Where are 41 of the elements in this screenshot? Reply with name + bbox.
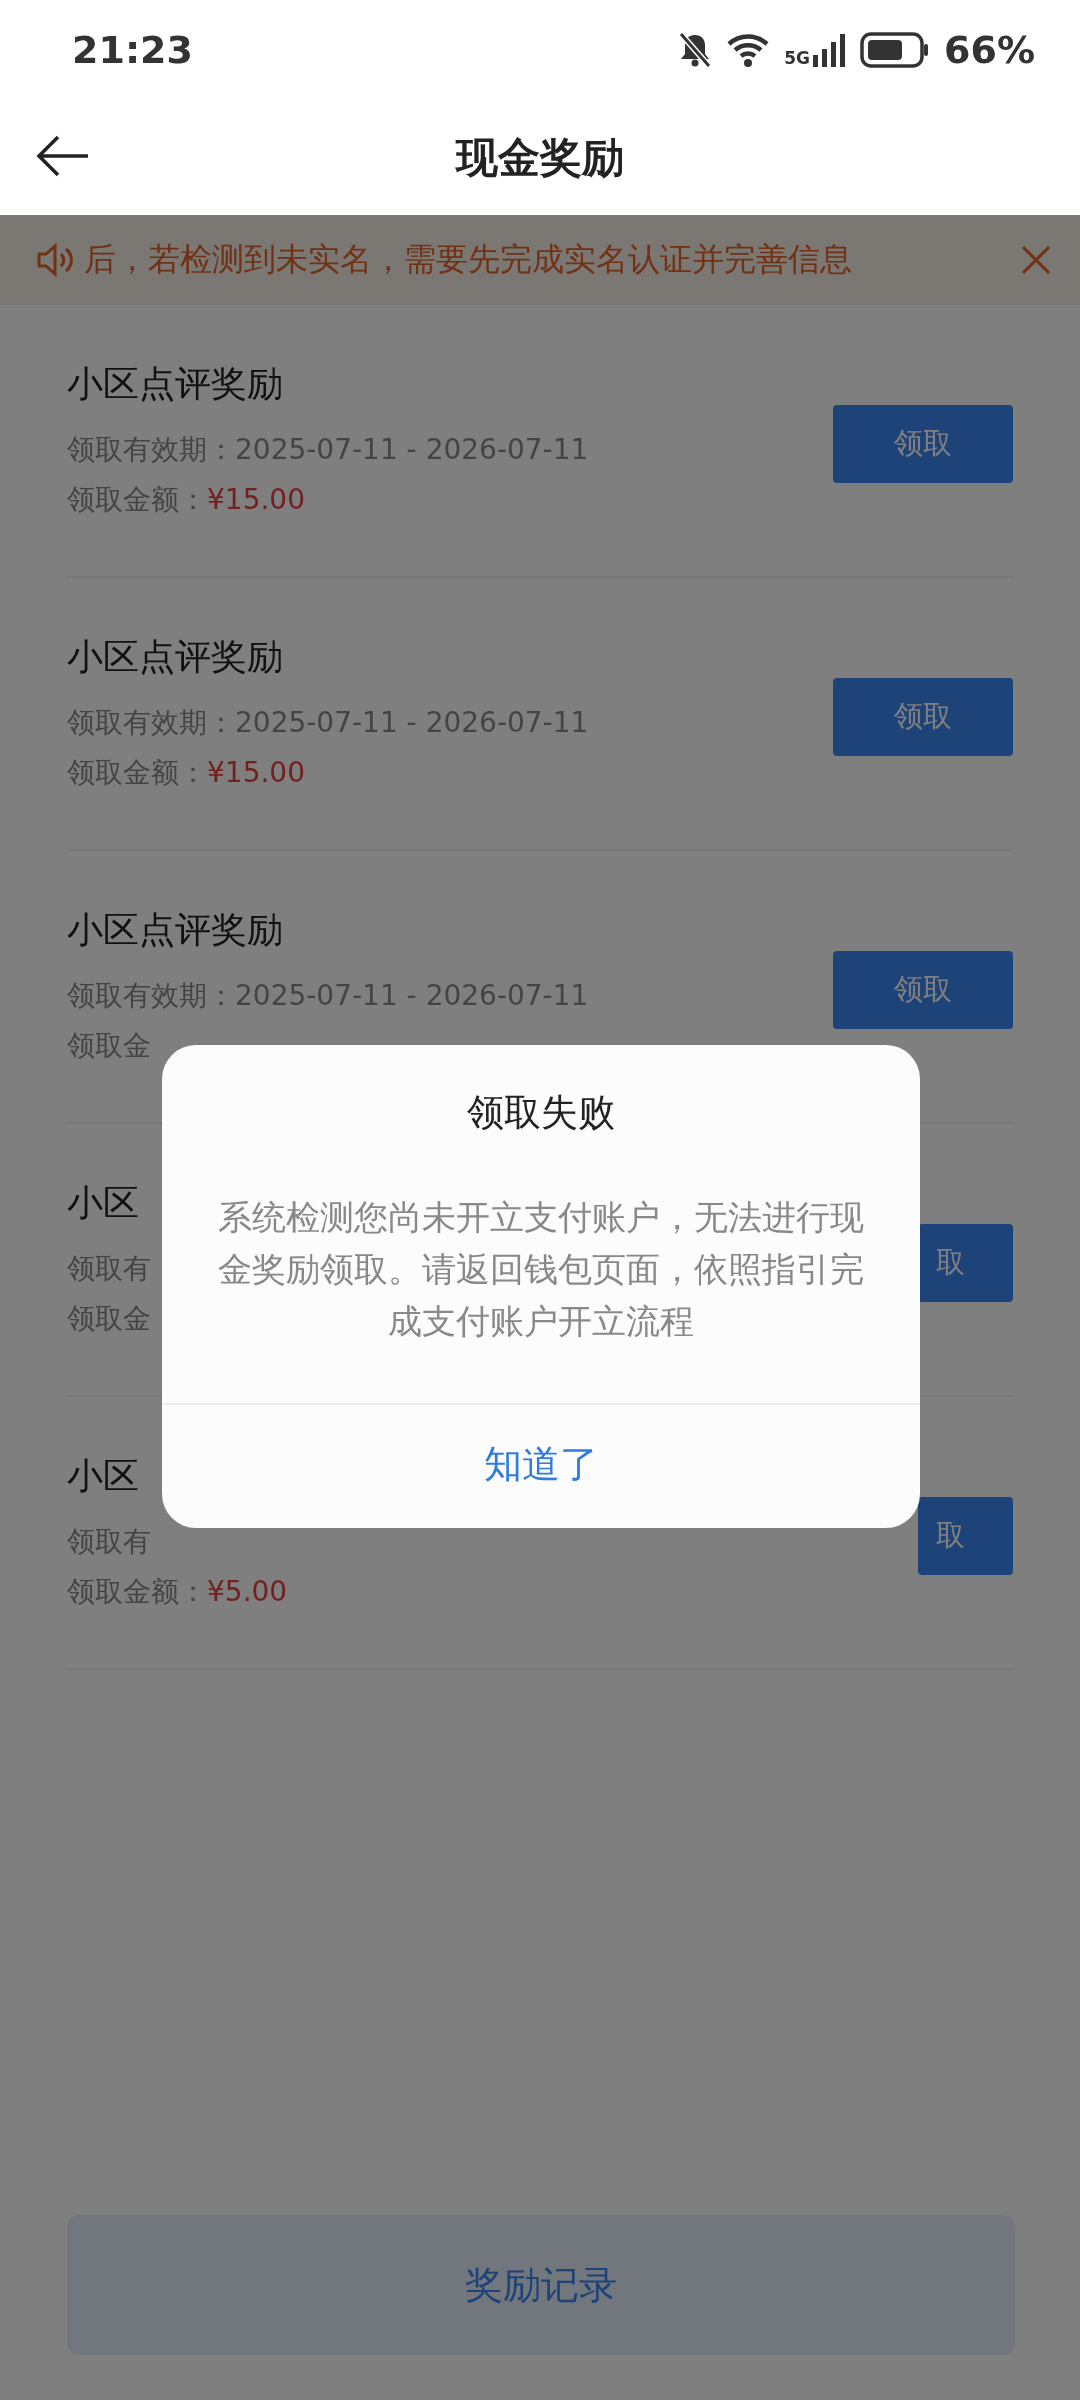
claim-button[interactable]: 领取 bbox=[833, 404, 1013, 483]
reward-title: 小区点评奖励 bbox=[67, 634, 283, 679]
battery-icon bbox=[860, 32, 931, 68]
claim-button[interactable]: 取 bbox=[918, 1223, 1013, 1302]
reward-title: 小区 bbox=[67, 1180, 139, 1225]
reward-title: 小区 bbox=[67, 1453, 139, 1498]
speaker-icon bbox=[36, 243, 76, 277]
validity-label: 领取有效期： bbox=[67, 431, 235, 468]
amount-label: 领取金 bbox=[67, 1027, 151, 1064]
battery-percent: 66% bbox=[944, 28, 1035, 72]
validity-dates: 2025-07-11 - 2026-07-11 bbox=[235, 704, 589, 741]
validity-dates: 2025-07-11 - 2026-07-11 bbox=[235, 977, 589, 1014]
amount-label: 领取金额： bbox=[67, 481, 207, 518]
claim-button[interactable]: 取 bbox=[918, 1496, 1013, 1575]
validity-dates: 2025-07-11 - 2026-07-11 bbox=[235, 431, 589, 468]
clock-time: 21:23 bbox=[72, 28, 193, 72]
amount-value: ¥5.00 bbox=[207, 1573, 288, 1610]
amount-label: 领取金额： bbox=[67, 1573, 207, 1610]
ok-button[interactable]: 知道了 bbox=[484, 1439, 598, 1490]
reward-title: 小区点评奖励 bbox=[67, 907, 283, 952]
network-type: 5G bbox=[784, 50, 811, 67]
validity-label: 领取有效期： bbox=[67, 704, 235, 741]
amount-label: 领取金 bbox=[67, 1300, 151, 1337]
dialog-title: 领取失败 bbox=[466, 1090, 616, 1136]
claim-button[interactable]: 领取 bbox=[833, 950, 1013, 1029]
amount-value: ¥15.00 bbox=[207, 481, 305, 518]
back-arrow-icon[interactable] bbox=[36, 134, 90, 178]
dialog-message: 系统检测您尚未开立支付账户，无法进行现金奖励领取。请返回钱包页面，依照指引完成支付账户开立流程 bbox=[217, 1196, 865, 1343]
notice-text: 后，若检测到未实名，需要先完成实名认证并完善信息 bbox=[84, 239, 853, 280]
page-title: 现金奖励 bbox=[456, 131, 624, 184]
claim-button[interactable]: 领取 bbox=[833, 677, 1013, 756]
validity-label: 领取有效期： bbox=[67, 977, 235, 1014]
signal-icon bbox=[812, 33, 847, 67]
validity-label: 领取有 bbox=[67, 1250, 151, 1287]
amount-value: ¥15.00 bbox=[207, 754, 305, 791]
reward-title: 小区点评奖励 bbox=[67, 361, 283, 406]
wifi-icon bbox=[726, 32, 771, 68]
muted-bell-icon bbox=[678, 31, 713, 69]
amount-label: 领取金额： bbox=[67, 754, 207, 791]
reward-history-button[interactable]: 奖励记录 bbox=[67, 2215, 1015, 2355]
validity-label: 领取有 bbox=[67, 1523, 151, 1560]
